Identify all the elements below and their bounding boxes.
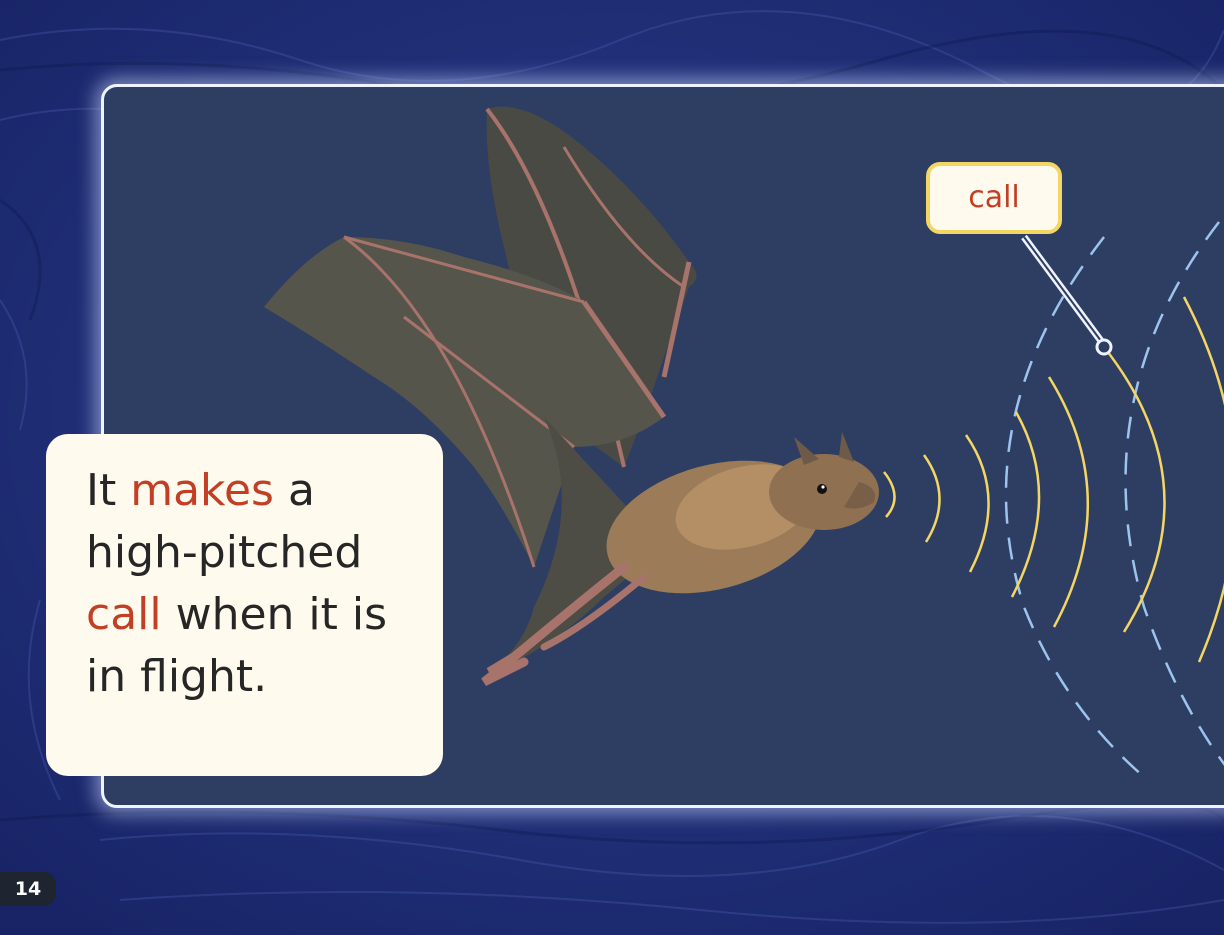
callout-label: call xyxy=(968,180,1020,215)
text-segment: in flight. xyxy=(86,651,268,702)
callout-pointer xyxy=(1021,234,1113,356)
highlighted-word-makes: makes xyxy=(130,465,274,516)
text-segment: when it is xyxy=(161,589,388,640)
call-label-callout: call xyxy=(926,162,1062,234)
sound-wave-icon xyxy=(883,296,1224,663)
highlighted-word-call: call xyxy=(86,589,162,640)
text-segment: high-pitched xyxy=(86,527,363,578)
page-number: 14 xyxy=(0,872,56,906)
narration-text-box: It makes a high-pitched call when it is … xyxy=(46,434,443,776)
text-segment: a xyxy=(273,465,315,516)
text-segment: It xyxy=(86,465,131,516)
